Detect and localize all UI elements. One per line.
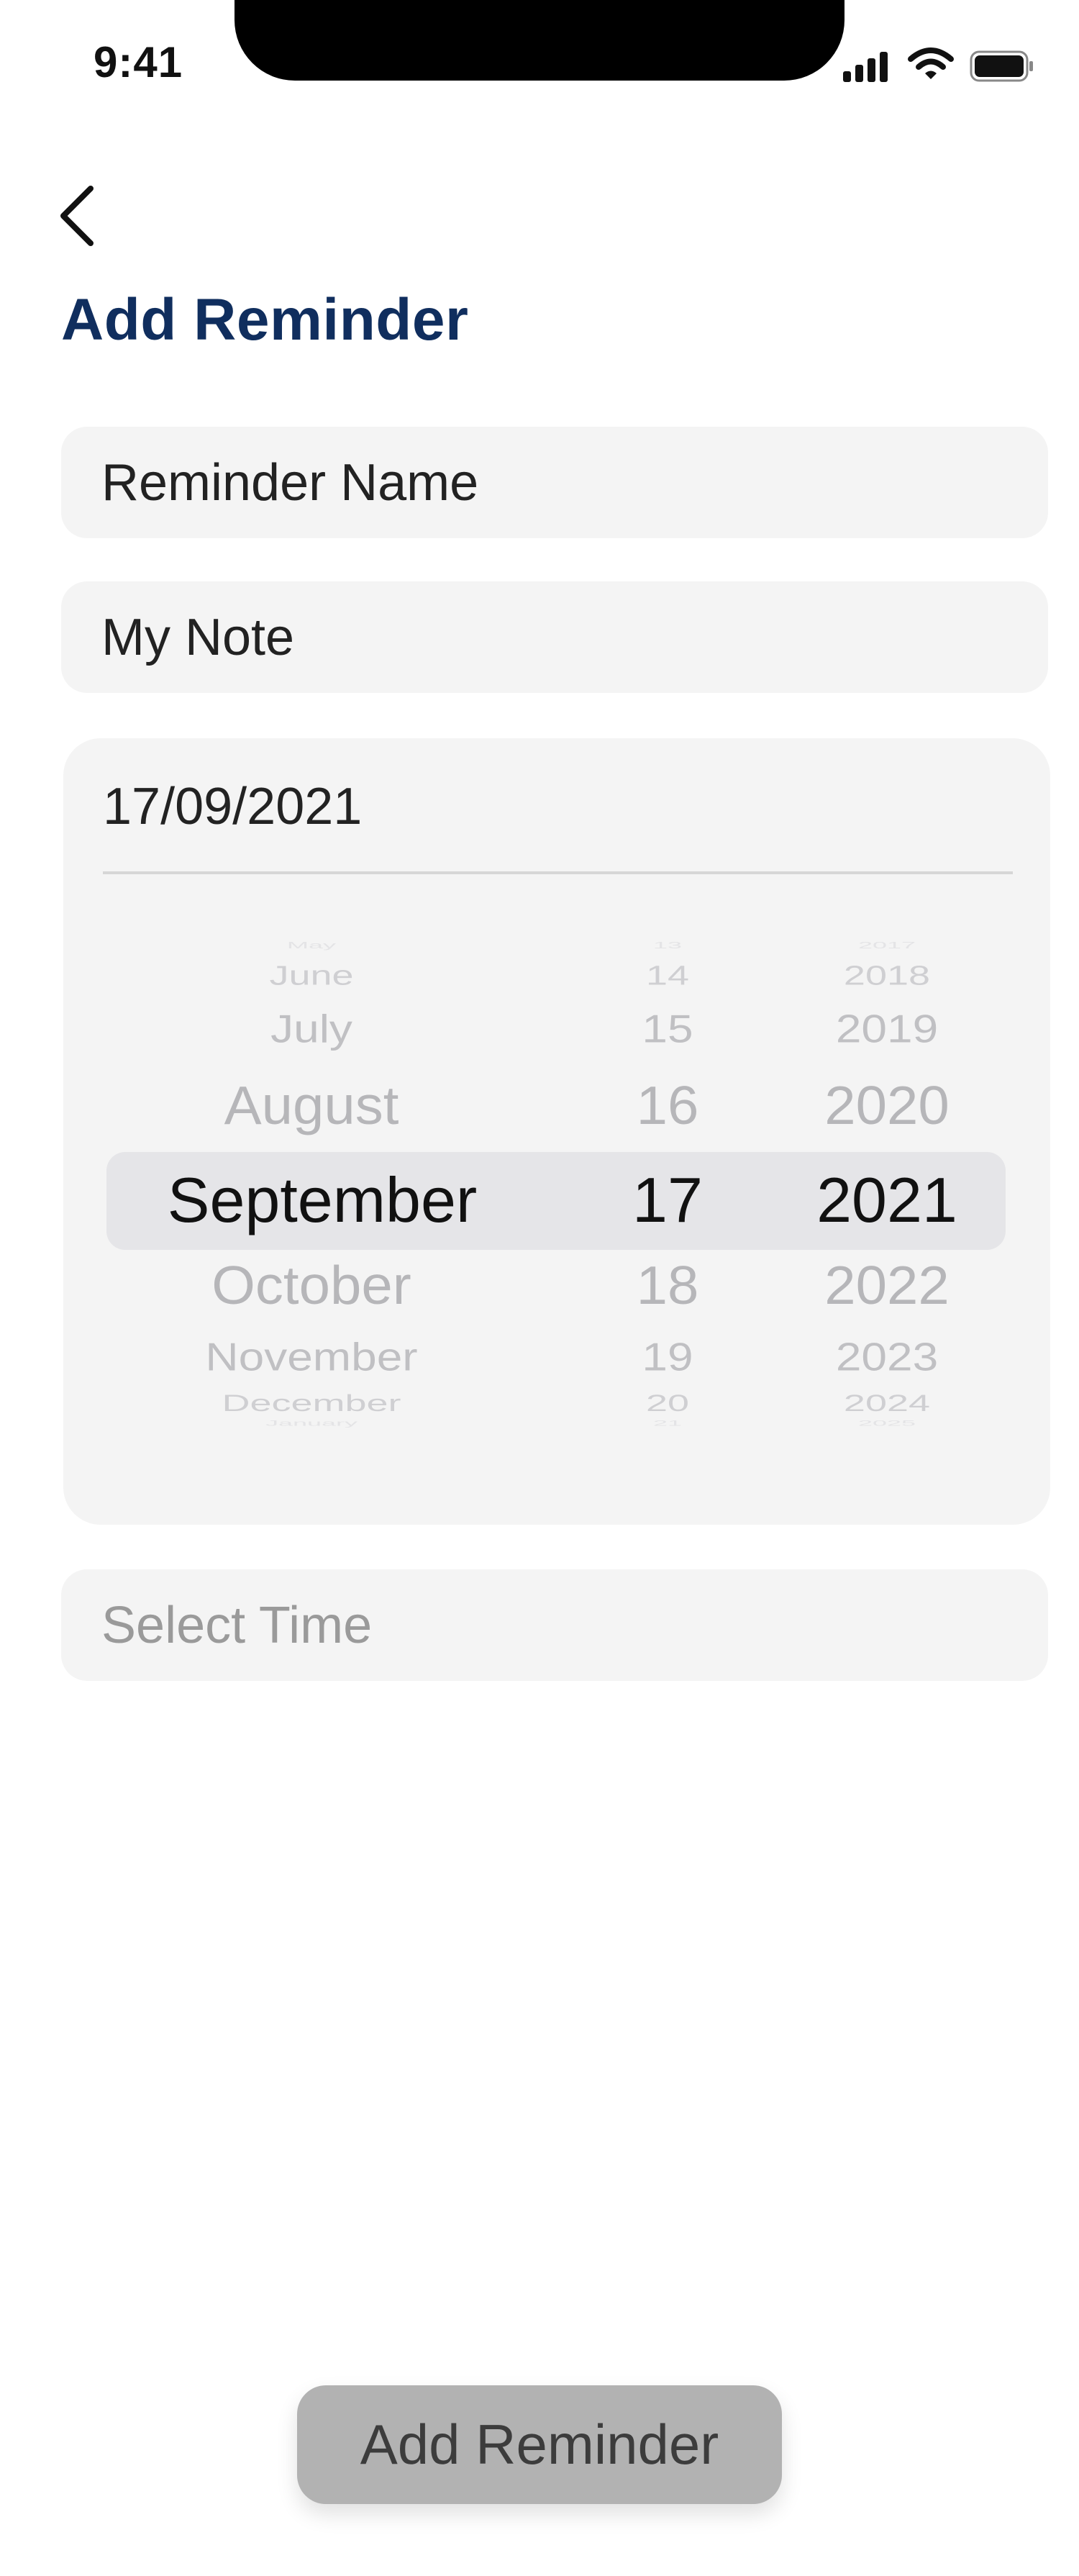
year-option[interactable]: 2022 — [768, 1254, 1006, 1317]
day-option[interactable]: 20 — [567, 1389, 768, 1416]
day-wheel[interactable]: 13 14 15 16 17 18 19 20 21 — [567, 922, 768, 1469]
status-icons — [842, 45, 1036, 88]
day-option-selected[interactable]: 17 — [567, 1164, 768, 1237]
year-option[interactable]: 2020 — [768, 1074, 1006, 1137]
add-reminder-screen: 9:41 Add Reminder Reminder Name My Note … — [0, 0, 1079, 2576]
year-option[interactable]: 2018 — [768, 960, 1006, 991]
date-wheel-picker[interactable]: May June July August September October N… — [106, 922, 1006, 1469]
year-option[interactable]: 2017 — [768, 940, 1006, 951]
month-option[interactable]: October — [106, 1254, 567, 1317]
status-time: 9:41 — [94, 38, 183, 86]
reminder-name-field[interactable]: Reminder Name — [61, 427, 1048, 538]
day-option[interactable]: 21 — [567, 1419, 768, 1428]
select-time-field[interactable]: Select Time — [61, 1569, 1048, 1681]
year-option-selected[interactable]: 2021 — [768, 1164, 1006, 1237]
day-option[interactable]: 19 — [567, 1335, 768, 1380]
date-divider — [103, 871, 1013, 874]
signal-icon — [868, 58, 875, 82]
signal-icon — [843, 71, 851, 82]
day-option[interactable]: 16 — [567, 1074, 768, 1137]
month-option[interactable]: December — [106, 1389, 567, 1416]
year-option[interactable]: 2024 — [768, 1389, 1006, 1416]
month-option[interactable]: January — [106, 1419, 567, 1428]
year-option[interactable]: 2023 — [768, 1335, 1006, 1380]
signal-icon — [855, 65, 863, 82]
month-wheel[interactable]: May June July August September October N… — [106, 922, 567, 1469]
month-option[interactable]: August — [106, 1074, 567, 1137]
chevron-left-icon — [60, 186, 94, 246]
battery-icon — [970, 50, 1033, 82]
device-notch — [235, 0, 844, 81]
day-option[interactable]: 18 — [567, 1254, 768, 1317]
day-option[interactable]: 13 — [567, 940, 768, 951]
day-option[interactable]: 14 — [567, 960, 768, 991]
back-button[interactable] — [52, 180, 102, 252]
date-picker-card: 17/09/2021 May June July August Septembe… — [63, 738, 1050, 1525]
month-option[interactable]: June — [106, 960, 567, 991]
month-option-selected[interactable]: September — [106, 1164, 567, 1237]
date-field[interactable]: 17/09/2021 — [103, 777, 362, 836]
year-wheel[interactable]: 2017 2018 2019 2020 2021 2022 2023 2024 … — [768, 922, 1006, 1469]
signal-icon — [880, 52, 888, 82]
month-option[interactable]: May — [106, 940, 567, 951]
wifi-icon — [908, 47, 954, 79]
page-title: Add Reminder — [61, 287, 469, 353]
day-option[interactable]: 15 — [567, 1007, 768, 1052]
month-option[interactable]: July — [106, 1007, 567, 1052]
note-field[interactable]: My Note — [61, 581, 1048, 693]
add-reminder-button[interactable]: Add Reminder — [297, 2385, 782, 2504]
year-option[interactable]: 2025 — [768, 1419, 1006, 1428]
month-option[interactable]: November — [106, 1335, 567, 1380]
year-option[interactable]: 2019 — [768, 1007, 1006, 1052]
